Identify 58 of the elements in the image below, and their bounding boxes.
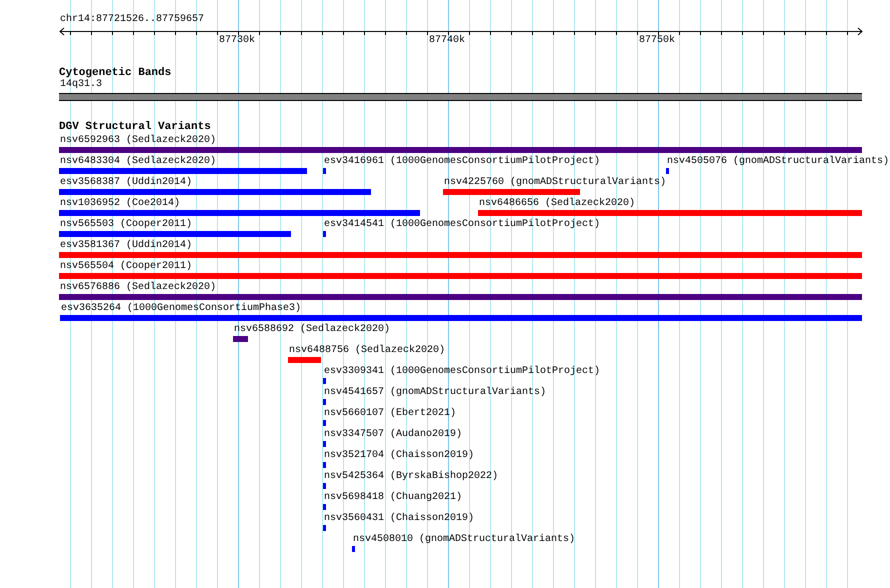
variant-label: nsv5425364 (ByrskaBishop2022) [324,471,498,483]
variant-bar[interactable] [323,378,326,384]
variant-label: nsv5698418 (Chuang2021) [324,492,462,504]
variant-label: nsv5660107 (Ebert2021) [324,408,456,420]
variant-label: nsv6592963 (Sedlazeck2020) [60,135,216,147]
variant-label: nsv6486656 (Sedlazeck2020) [479,198,636,210]
variant-bar[interactable] [443,189,580,195]
variant-label: nsv6576886 (Sedlazeck2020) [60,282,216,294]
variant-label: nsv6488756 (Sedlazeck2020) [289,345,446,357]
variant-bar[interactable] [59,273,862,279]
tick-label: 87730k [219,35,256,47]
variant-label: esv3414541 (1000GenomesConsortiumPilotProject) [324,219,600,231]
variant-bar[interactable] [288,357,321,363]
variant-bar[interactable] [323,399,326,405]
variant-bar[interactable] [59,189,371,195]
variant-label: nsv6483304 (Sedlazeck2020) [60,156,216,168]
variant-bar[interactable] [59,168,307,174]
variant-label: esv3309341 (1000GenomesConsortiumPilotProject) [324,366,600,378]
variant-bar[interactable] [59,231,291,237]
variant-label: nsv4541657 (gnomADStructuralVariants) [324,387,546,399]
variant-bar[interactable] [323,420,326,426]
tick-label: 87740k [429,35,466,47]
variant-bar[interactable] [233,336,248,342]
variant-bar[interactable] [323,441,326,447]
variant-bar[interactable] [59,210,420,216]
variant-label: esv3416961 (1000GenomesConsortiumPilotProject) [324,156,600,168]
track-title: DGV Structural Variants [59,121,211,134]
variant-label: nsv3347507 (Audano2019) [324,429,462,441]
variant-bar[interactable] [323,504,326,510]
variant-bar[interactable] [59,294,862,300]
variant-label: esv3568387 (Uddin2014) [60,177,192,189]
variant-bar[interactable] [478,210,862,216]
variant-label: nsv3521704 (Chaisson2019) [324,450,474,462]
location-label: chr14:87721526..87759657 [60,14,204,26]
variant-label: nsv1036952 (Coe2014) [60,198,180,210]
variant-bar[interactable] [323,525,326,531]
variant-bar[interactable] [323,168,326,174]
variant-bar[interactable] [323,462,326,468]
track-title: Cytogenetic Bands [59,67,172,79]
variant-label: nsv565503 (Cooper2011) [60,219,192,231]
variant-label: nsv4508010 (gnomADStructuralVariants) [353,534,576,546]
variant-label: nsv3560431 (Chaisson2019) [324,513,474,525]
tick-label: 87750k [639,35,676,47]
chromosome-band-bar[interactable] [59,93,862,101]
variant-label: nsv4505076 (gnomADStructuralVariants) [667,156,890,168]
variant-label: nsv6588692 (Sedlazeck2020) [234,324,390,336]
variant-bar[interactable] [59,147,862,153]
variant-bar[interactable] [323,231,326,237]
variant-bar[interactable] [352,546,355,552]
variant-bar[interactable] [666,168,669,174]
variant-bar[interactable] [323,483,326,489]
variant-label: nsv4225760 (gnomADStructuralVariants) [444,177,666,189]
variant-label: esv3581367 (Uddin2014) [60,240,192,252]
variant-label: esv3635264 (1000GenomesConsortiumPhase3) [61,303,302,315]
variant-bar[interactable] [59,252,862,258]
variant-bar[interactable] [60,315,862,321]
band-label: 14q31.3 [60,79,102,91]
variant-label: nsv565504 (Cooper2011) [60,261,192,273]
